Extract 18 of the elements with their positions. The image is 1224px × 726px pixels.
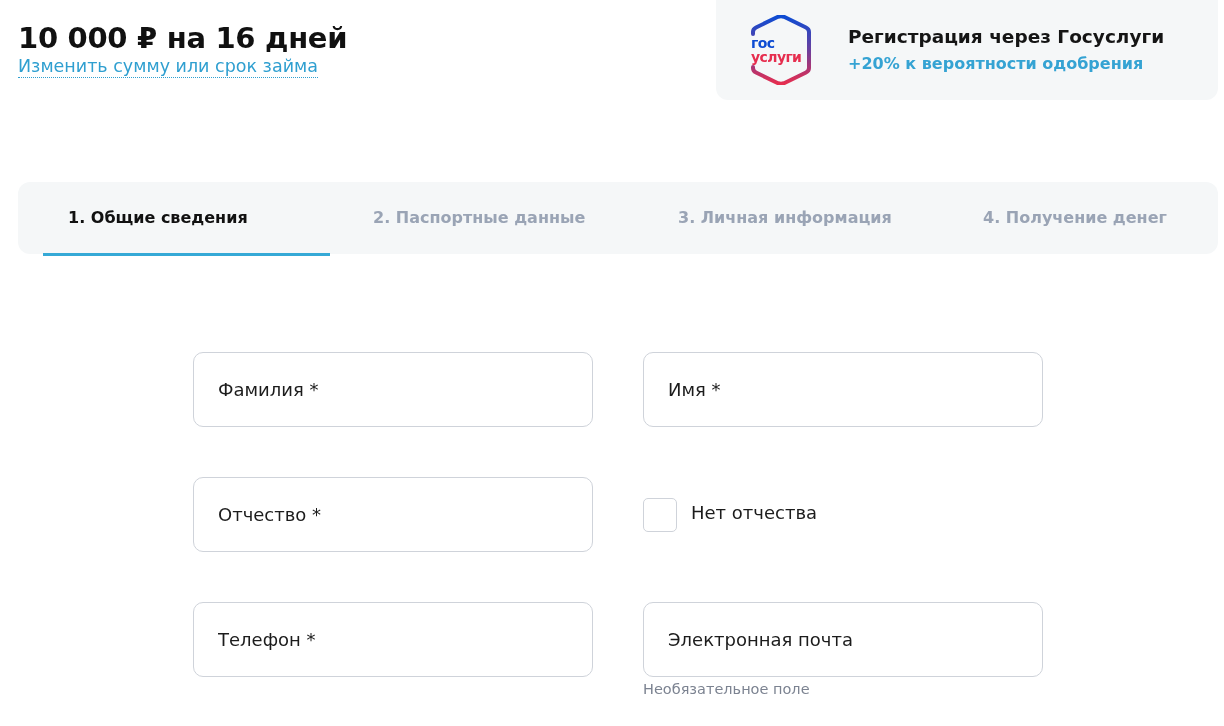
gosuslugi-logo: гос услуги bbox=[750, 15, 812, 85]
checkbox-label: Нет отчества bbox=[691, 502, 818, 523]
change-loan-link[interactable]: Изменить сумму или срок займа bbox=[18, 56, 318, 78]
banner-subtitle: +20% к вероятности одобрения bbox=[848, 54, 1145, 74]
text-input-field[interactable]: Телефон * bbox=[193, 602, 593, 677]
helper-text: Необязательное поле bbox=[643, 681, 810, 698]
step-tab[interactable]: 1. Общие сведения bbox=[43, 181, 330, 256]
loan-summary-title: 10 000 ₽ на 16 дней bbox=[18, 20, 348, 56]
step-tab[interactable]: 3. Личная информация bbox=[653, 181, 940, 256]
text-input-field[interactable]: Фамилия * bbox=[193, 352, 593, 427]
banner-title: Регистрация через Госуслуги bbox=[848, 26, 1165, 48]
checkbox[interactable] bbox=[643, 497, 677, 532]
gosuslugi-banner[interactable]: гос услуги Регистрация через Госуслуги +20% к вероятности одобрения bbox=[716, 0, 1218, 100]
text-input-field[interactable]: Электронная почта bbox=[643, 602, 1043, 677]
step-tab[interactable]: 2. Паспортные данные bbox=[348, 181, 635, 256]
step-tab[interactable]: 4. Получение денег bbox=[958, 181, 1218, 256]
text-input-field[interactable]: Отчество * bbox=[193, 477, 593, 552]
text-input-field[interactable]: Имя * bbox=[643, 352, 1043, 427]
